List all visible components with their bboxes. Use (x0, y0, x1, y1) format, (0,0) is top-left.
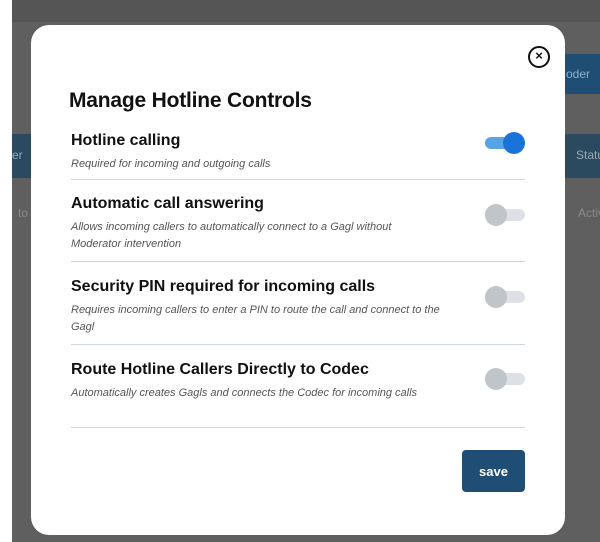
setting-name: Route Hotline Callers Directly to Codec (71, 361, 369, 378)
background-button: oder (560, 54, 600, 94)
setting-name: Security PIN required for incoming calls (71, 278, 376, 295)
toggle-knob (485, 204, 507, 226)
setting-automatic-call-answering: Automatic call answering Allows incoming… (71, 195, 525, 262)
modal-title: Manage Hotline Controls (69, 89, 312, 112)
setting-description: Allows incoming callers to automatically… (71, 221, 392, 250)
setting-name: Hotline calling (71, 132, 181, 149)
background-header-left: er (12, 148, 23, 162)
toggle-automatic-call-answering[interactable] (485, 204, 525, 226)
toggle-knob (485, 286, 507, 308)
setting-route-callers-to-codec: Route Hotline Callers Directly to Codec … (71, 361, 525, 428)
toggle-knob (485, 368, 507, 390)
background-row-left: to (18, 206, 29, 220)
toggle-hotline-calling[interactable] (485, 132, 525, 154)
toggle-route-callers-to-codec[interactable] (485, 368, 525, 390)
setting-name: Automatic call answering (71, 195, 264, 212)
background-header-status: Status (576, 148, 600, 162)
setting-description: Requires incoming callers to enter a PIN… (71, 304, 440, 333)
toggle-knob (503, 132, 525, 154)
setting-description: Automatically creates Gagls and connects… (71, 387, 418, 399)
hotline-controls-modal: × Manage Hotline Controls Hotline callin… (31, 25, 565, 535)
close-icon[interactable]: × (528, 46, 550, 68)
background-row-status: Active (578, 206, 600, 220)
setting-security-pin: Security PIN required for incoming calls… (71, 278, 525, 345)
save-button[interactable]: save (462, 450, 525, 492)
toggle-security-pin[interactable] (485, 286, 525, 308)
setting-description: Required for incoming and outgoing calls (71, 158, 271, 170)
setting-hotline-calling: Hotline calling Required for incoming an… (71, 132, 525, 180)
